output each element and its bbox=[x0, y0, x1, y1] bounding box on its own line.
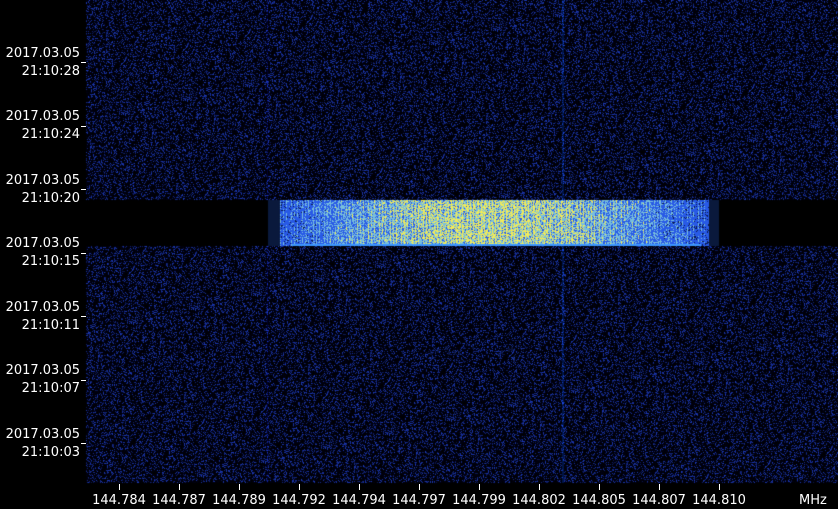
freq-label: 144.789 bbox=[212, 493, 266, 508]
time-label-time: 21:10:20 bbox=[21, 191, 80, 206]
freq-label: 144.792 bbox=[272, 493, 326, 508]
time-label-time: 21:10:11 bbox=[21, 318, 80, 333]
time-tick bbox=[81, 380, 86, 381]
freq-tick bbox=[659, 484, 660, 490]
freq-label: 144.810 bbox=[692, 493, 746, 508]
time-tick bbox=[81, 189, 86, 190]
time-label: 2017.03.05 21:10:11 bbox=[0, 299, 80, 335]
time-label-time: 21:10:28 bbox=[21, 64, 80, 79]
freq-tick bbox=[539, 484, 540, 490]
freq-label: 144.787 bbox=[152, 493, 206, 508]
time-tick bbox=[81, 253, 86, 254]
freq-tick bbox=[119, 484, 120, 490]
waterfall-display bbox=[0, 0, 838, 509]
time-label-date: 2017.03.05 bbox=[5, 46, 80, 61]
unit-label: MHz bbox=[799, 493, 827, 508]
freq-tick bbox=[719, 484, 720, 490]
spectrogram-canvas bbox=[0, 0, 838, 509]
time-label-time: 21:10:03 bbox=[21, 445, 80, 460]
freq-label: 144.807 bbox=[632, 493, 686, 508]
freq-tick bbox=[419, 484, 420, 490]
time-label-time: 21:10:24 bbox=[21, 127, 80, 142]
time-tick bbox=[81, 316, 86, 317]
time-label: 2017.03.05 21:10:07 bbox=[0, 362, 80, 398]
freq-tick bbox=[299, 484, 300, 490]
time-label: 2017.03.05 21:10:03 bbox=[0, 426, 80, 462]
time-label-date: 2017.03.05 bbox=[5, 363, 80, 378]
time-tick bbox=[81, 62, 86, 63]
time-tick bbox=[81, 126, 86, 127]
freq-label: 144.799 bbox=[452, 493, 506, 508]
time-label-date: 2017.03.05 bbox=[5, 173, 80, 188]
freq-label: 144.797 bbox=[392, 493, 446, 508]
freq-label: 144.794 bbox=[332, 493, 386, 508]
time-tick bbox=[81, 443, 86, 444]
time-label-date: 2017.03.05 bbox=[5, 427, 80, 442]
time-label: 2017.03.05 21:10:15 bbox=[0, 235, 80, 271]
freq-tick bbox=[479, 484, 480, 490]
time-label-date: 2017.03.05 bbox=[5, 300, 80, 315]
time-label-time: 21:10:15 bbox=[21, 254, 80, 269]
freq-tick bbox=[359, 484, 360, 490]
freq-tick bbox=[179, 484, 180, 490]
freq-label: 144.805 bbox=[572, 493, 626, 508]
freq-tick bbox=[599, 484, 600, 490]
time-label-date: 2017.03.05 bbox=[5, 109, 80, 124]
time-label-time: 21:10:07 bbox=[21, 381, 80, 396]
time-label: 2017.03.05 21:10:24 bbox=[0, 108, 80, 144]
time-label: 2017.03.05 21:10:28 bbox=[0, 45, 80, 81]
freq-tick bbox=[239, 484, 240, 490]
time-label: 2017.03.05 21:10:20 bbox=[0, 172, 80, 208]
freq-label: 144.802 bbox=[512, 493, 566, 508]
time-label-date: 2017.03.05 bbox=[5, 236, 80, 251]
freq-label: 144.784 bbox=[92, 493, 146, 508]
